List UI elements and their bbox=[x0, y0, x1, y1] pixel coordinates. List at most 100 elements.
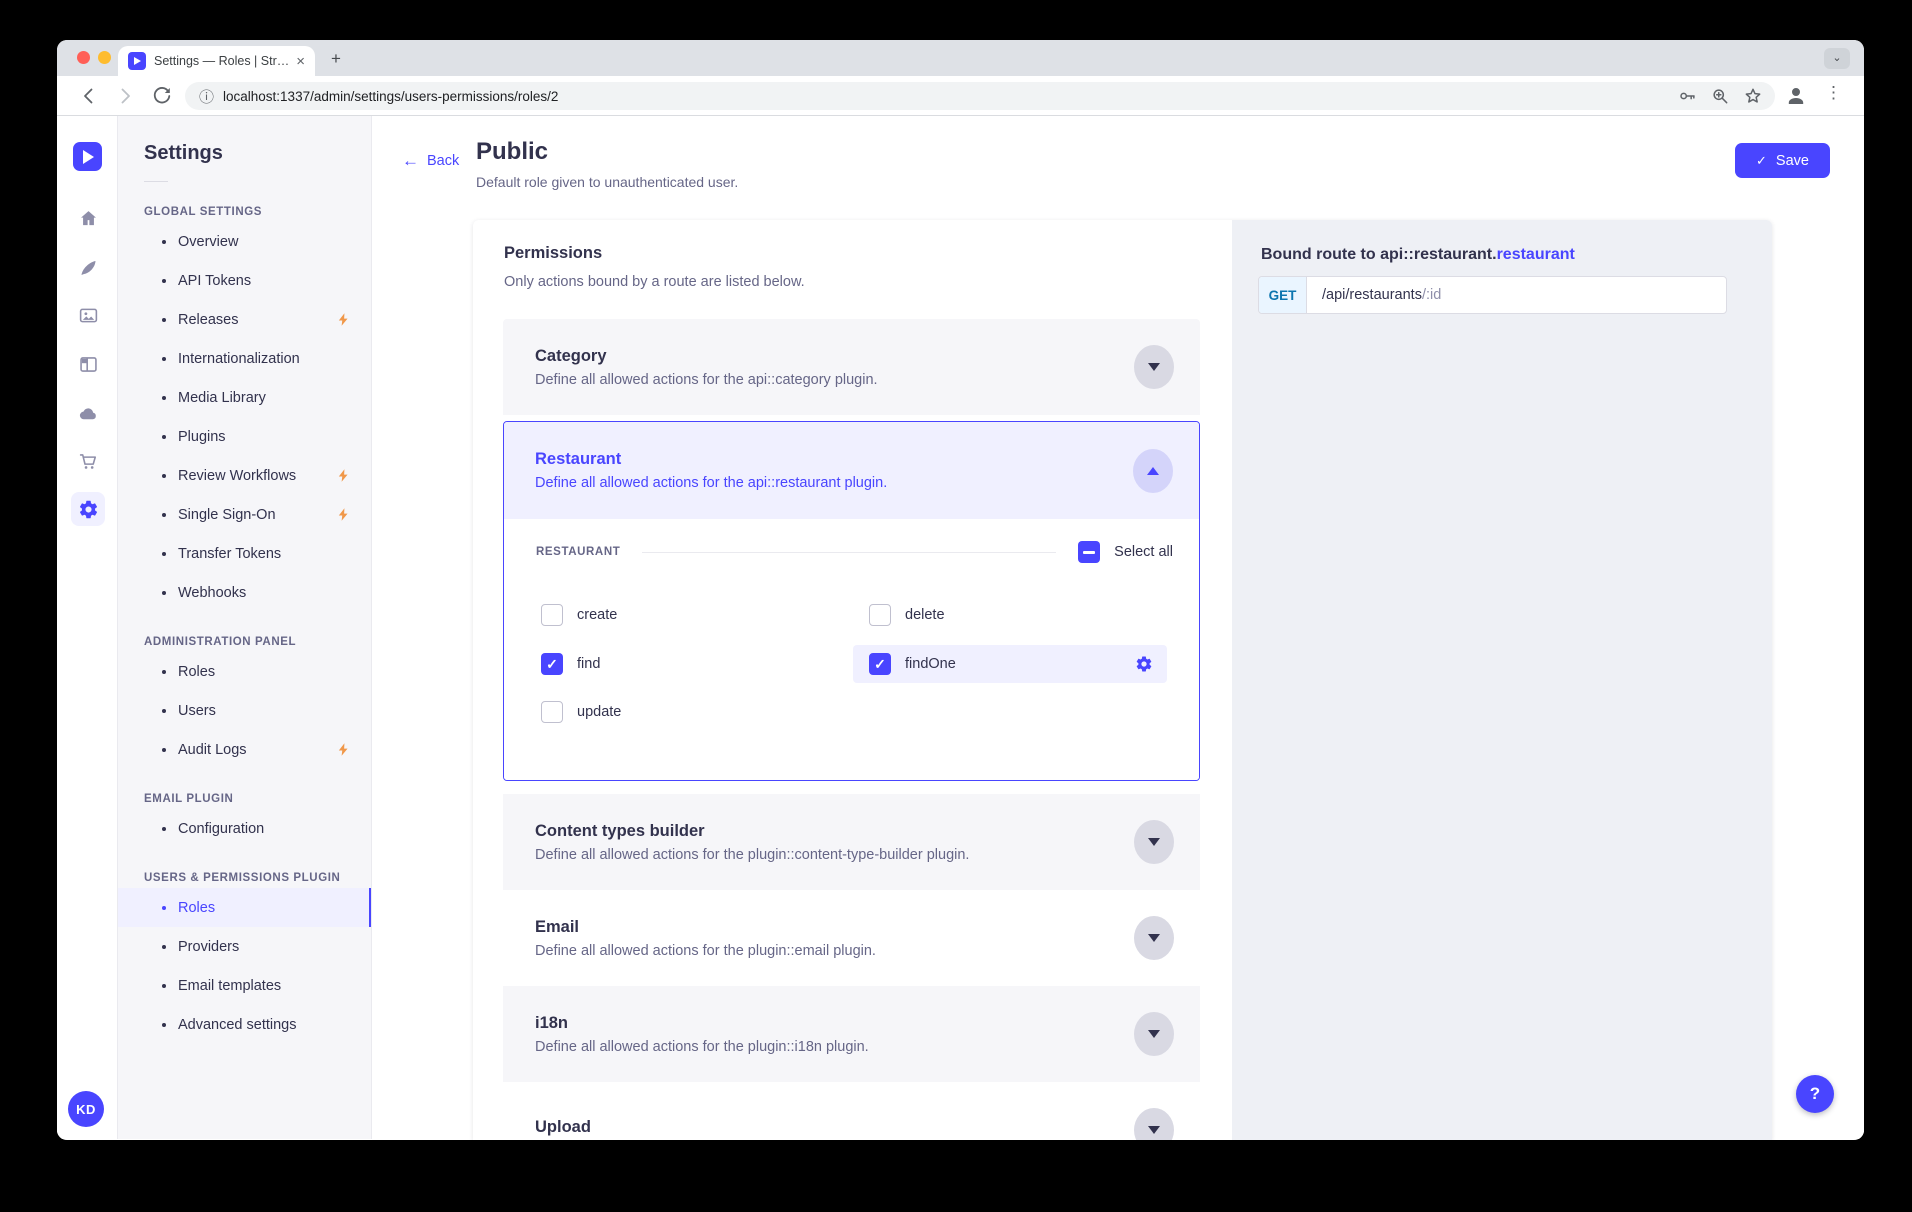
browser-tab[interactable]: Settings — Roles | Strapi × bbox=[118, 46, 315, 76]
reload-icon[interactable] bbox=[150, 84, 174, 108]
sidebar-item-overview[interactable]: Overview bbox=[118, 222, 371, 261]
address-bar[interactable]: ⓘ localhost:1337/admin/settings/users-pe… bbox=[185, 82, 1775, 110]
bolt-icon bbox=[336, 742, 351, 757]
expand-chevron-down-icon[interactable] bbox=[1134, 345, 1174, 389]
check-icon: ✓ bbox=[1756, 153, 1767, 169]
close-window-button[interactable] bbox=[77, 51, 90, 64]
section-users-permissions-plugin: USERS & PERMISSIONS PLUGIN bbox=[118, 872, 371, 884]
content-type-builder-layout-icon[interactable] bbox=[71, 347, 105, 381]
checkbox-delete[interactable] bbox=[869, 604, 891, 626]
settings-sidenav: Settings GLOBAL SETTINGS Overview API To… bbox=[118, 116, 372, 1139]
page-title: Public bbox=[476, 138, 548, 166]
browser-profile-icon[interactable] bbox=[1784, 84, 1808, 108]
sidebar-item-plugins[interactable]: Plugins bbox=[118, 417, 371, 456]
page-subtitle: Default role given to unauthenticated us… bbox=[476, 174, 738, 190]
sidebar-item-admin-roles[interactable]: Roles bbox=[118, 652, 371, 691]
accordion-category[interactable]: Category Define all allowed actions for … bbox=[503, 319, 1200, 415]
sidebar-item-review-workflows[interactable]: Review Workflows bbox=[118, 456, 371, 495]
accordion-email[interactable]: Email Define all allowed actions for the… bbox=[503, 890, 1200, 986]
section-divider bbox=[642, 552, 1056, 553]
sidebar-item-releases[interactable]: Releases bbox=[118, 300, 371, 339]
sidebar-item-transfer-tokens[interactable]: Transfer Tokens bbox=[118, 534, 371, 573]
user-avatar[interactable]: KD bbox=[68, 1091, 104, 1127]
bound-route-field: GET /api/restaurants/:id bbox=[1258, 276, 1727, 314]
indeterminate-dash-icon bbox=[1083, 551, 1095, 554]
help-button[interactable]: ? bbox=[1796, 1075, 1834, 1113]
checkbox-create[interactable] bbox=[541, 604, 563, 626]
browser-window: Settings — Roles | Strapi × + ⌄ ⓘ localh… bbox=[57, 40, 1864, 1140]
url-text[interactable]: localhost:1337/admin/settings/users-perm… bbox=[223, 89, 558, 104]
checkbox-update[interactable] bbox=[541, 701, 563, 723]
action-settings-gear-icon[interactable] bbox=[1135, 655, 1153, 673]
select-all-checkbox[interactable] bbox=[1078, 541, 1100, 563]
bound-route-panel: Bound route to api::restaurant.restauran… bbox=[1232, 220, 1772, 1140]
browser-toolbar: ⓘ localhost:1337/admin/settings/users-pe… bbox=[57, 76, 1864, 116]
restaurant-permissions-body: RESTAURANT Select all create bbox=[504, 519, 1199, 781]
site-info-icon[interactable]: ⓘ bbox=[199, 86, 214, 107]
settings-gear-icon[interactable] bbox=[71, 492, 105, 526]
back-link[interactable]: ← Back bbox=[402, 152, 459, 169]
permissions-card: Permissions Only actions bound by a rout… bbox=[473, 220, 1772, 1140]
browser-tabstrip: Settings — Roles | Strapi × + ⌄ bbox=[57, 40, 1864, 76]
home-icon[interactable] bbox=[71, 201, 105, 235]
sidebar-item-audit-logs[interactable]: Audit Logs bbox=[118, 730, 371, 769]
checkbox-findone[interactable]: ✓ bbox=[869, 653, 891, 675]
checkbox-find[interactable]: ✓ bbox=[541, 653, 563, 675]
zoom-page-icon[interactable] bbox=[1710, 86, 1730, 111]
accordion-upload[interactable]: Upload bbox=[503, 1082, 1200, 1140]
browser-menu-icon[interactable]: ⋮ bbox=[1825, 83, 1842, 103]
restaurant-section-label: RESTAURANT bbox=[536, 546, 620, 558]
sidebar-item-roles[interactable]: Roles bbox=[118, 888, 371, 927]
password-key-icon[interactable] bbox=[1677, 86, 1697, 111]
sidebar-item-single-sign-on[interactable]: Single Sign-On bbox=[118, 495, 371, 534]
permissions-subtitle: Only actions bound by a route are listed… bbox=[504, 274, 805, 290]
marketplace-cart-icon[interactable] bbox=[71, 444, 105, 478]
sidebar-item-media-library[interactable]: Media Library bbox=[118, 378, 371, 417]
permission-update[interactable]: update bbox=[541, 693, 621, 731]
section-email-plugin: EMAIL PLUGIN bbox=[118, 793, 371, 805]
expand-chevron-down-icon[interactable] bbox=[1134, 916, 1174, 960]
forward-icon[interactable] bbox=[113, 84, 137, 108]
bookmark-star-icon[interactable] bbox=[1743, 86, 1763, 111]
permission-find[interactable]: ✓ find bbox=[541, 645, 600, 683]
main-content: ← Back Public Default role given to unau… bbox=[372, 116, 1864, 1139]
strapi-logo-icon[interactable] bbox=[73, 142, 102, 171]
expand-chevron-down-icon[interactable] bbox=[1134, 1108, 1174, 1140]
back-icon[interactable] bbox=[77, 84, 101, 108]
collapse-chevron-up-icon[interactable] bbox=[1133, 449, 1173, 493]
new-tab-button[interactable]: + bbox=[325, 48, 347, 70]
sidebar-item-providers[interactable]: Providers bbox=[118, 927, 371, 966]
accordion-list: Category Define all allowed actions for … bbox=[503, 319, 1200, 1140]
content-manager-pen-icon[interactable] bbox=[71, 250, 105, 284]
tab-close-icon[interactable]: × bbox=[296, 54, 305, 69]
permission-create[interactable]: create bbox=[541, 596, 617, 634]
accordion-restaurant-header[interactable]: Restaurant Define all allowed actions fo… bbox=[504, 422, 1199, 519]
media-library-icon[interactable] bbox=[71, 298, 105, 332]
bolt-icon bbox=[336, 312, 351, 327]
accordion-i18n[interactable]: i18n Define all allowed actions for the … bbox=[503, 986, 1200, 1082]
accordion-content-types-builder[interactable]: Content types builder Define all allowed… bbox=[503, 794, 1200, 890]
sidebar-item-configuration[interactable]: Configuration bbox=[118, 809, 371, 848]
save-button[interactable]: ✓ Save bbox=[1735, 143, 1830, 178]
permissions-title: Permissions bbox=[504, 244, 602, 263]
tab-search-chevron-icon[interactable]: ⌄ bbox=[1824, 48, 1850, 69]
sidebar-item-email-templates[interactable]: Email templates bbox=[118, 966, 371, 1005]
screenshot-stage: Settings — Roles | Strapi × + ⌄ ⓘ localh… bbox=[0, 0, 1912, 1212]
sidebar-item-webhooks[interactable]: Webhooks bbox=[118, 573, 371, 612]
bound-route-title: Bound route to api::restaurant.restauran… bbox=[1261, 246, 1575, 264]
sidenav-divider bbox=[144, 181, 168, 182]
bolt-icon bbox=[336, 507, 351, 522]
sidebar-item-api-tokens[interactable]: API Tokens bbox=[118, 261, 371, 300]
permission-findone[interactable]: ✓ findOne bbox=[853, 645, 1167, 683]
route-path: /api/restaurants/:id bbox=[1307, 277, 1441, 313]
deploy-cloud-icon[interactable] bbox=[71, 396, 105, 430]
expand-chevron-down-icon[interactable] bbox=[1134, 820, 1174, 864]
minimize-window-button[interactable] bbox=[98, 51, 111, 64]
sidebar-item-users[interactable]: Users bbox=[118, 691, 371, 730]
sidebar-item-advanced-settings[interactable]: Advanced settings bbox=[118, 1005, 371, 1044]
sidebar-item-internationalization[interactable]: Internationalization bbox=[118, 339, 371, 378]
accordion-restaurant-expanded: Restaurant Define all allowed actions fo… bbox=[503, 421, 1200, 781]
permission-delete[interactable]: delete bbox=[869, 596, 945, 634]
expand-chevron-down-icon[interactable] bbox=[1134, 1012, 1174, 1056]
sidenav-title: Settings bbox=[118, 142, 371, 165]
